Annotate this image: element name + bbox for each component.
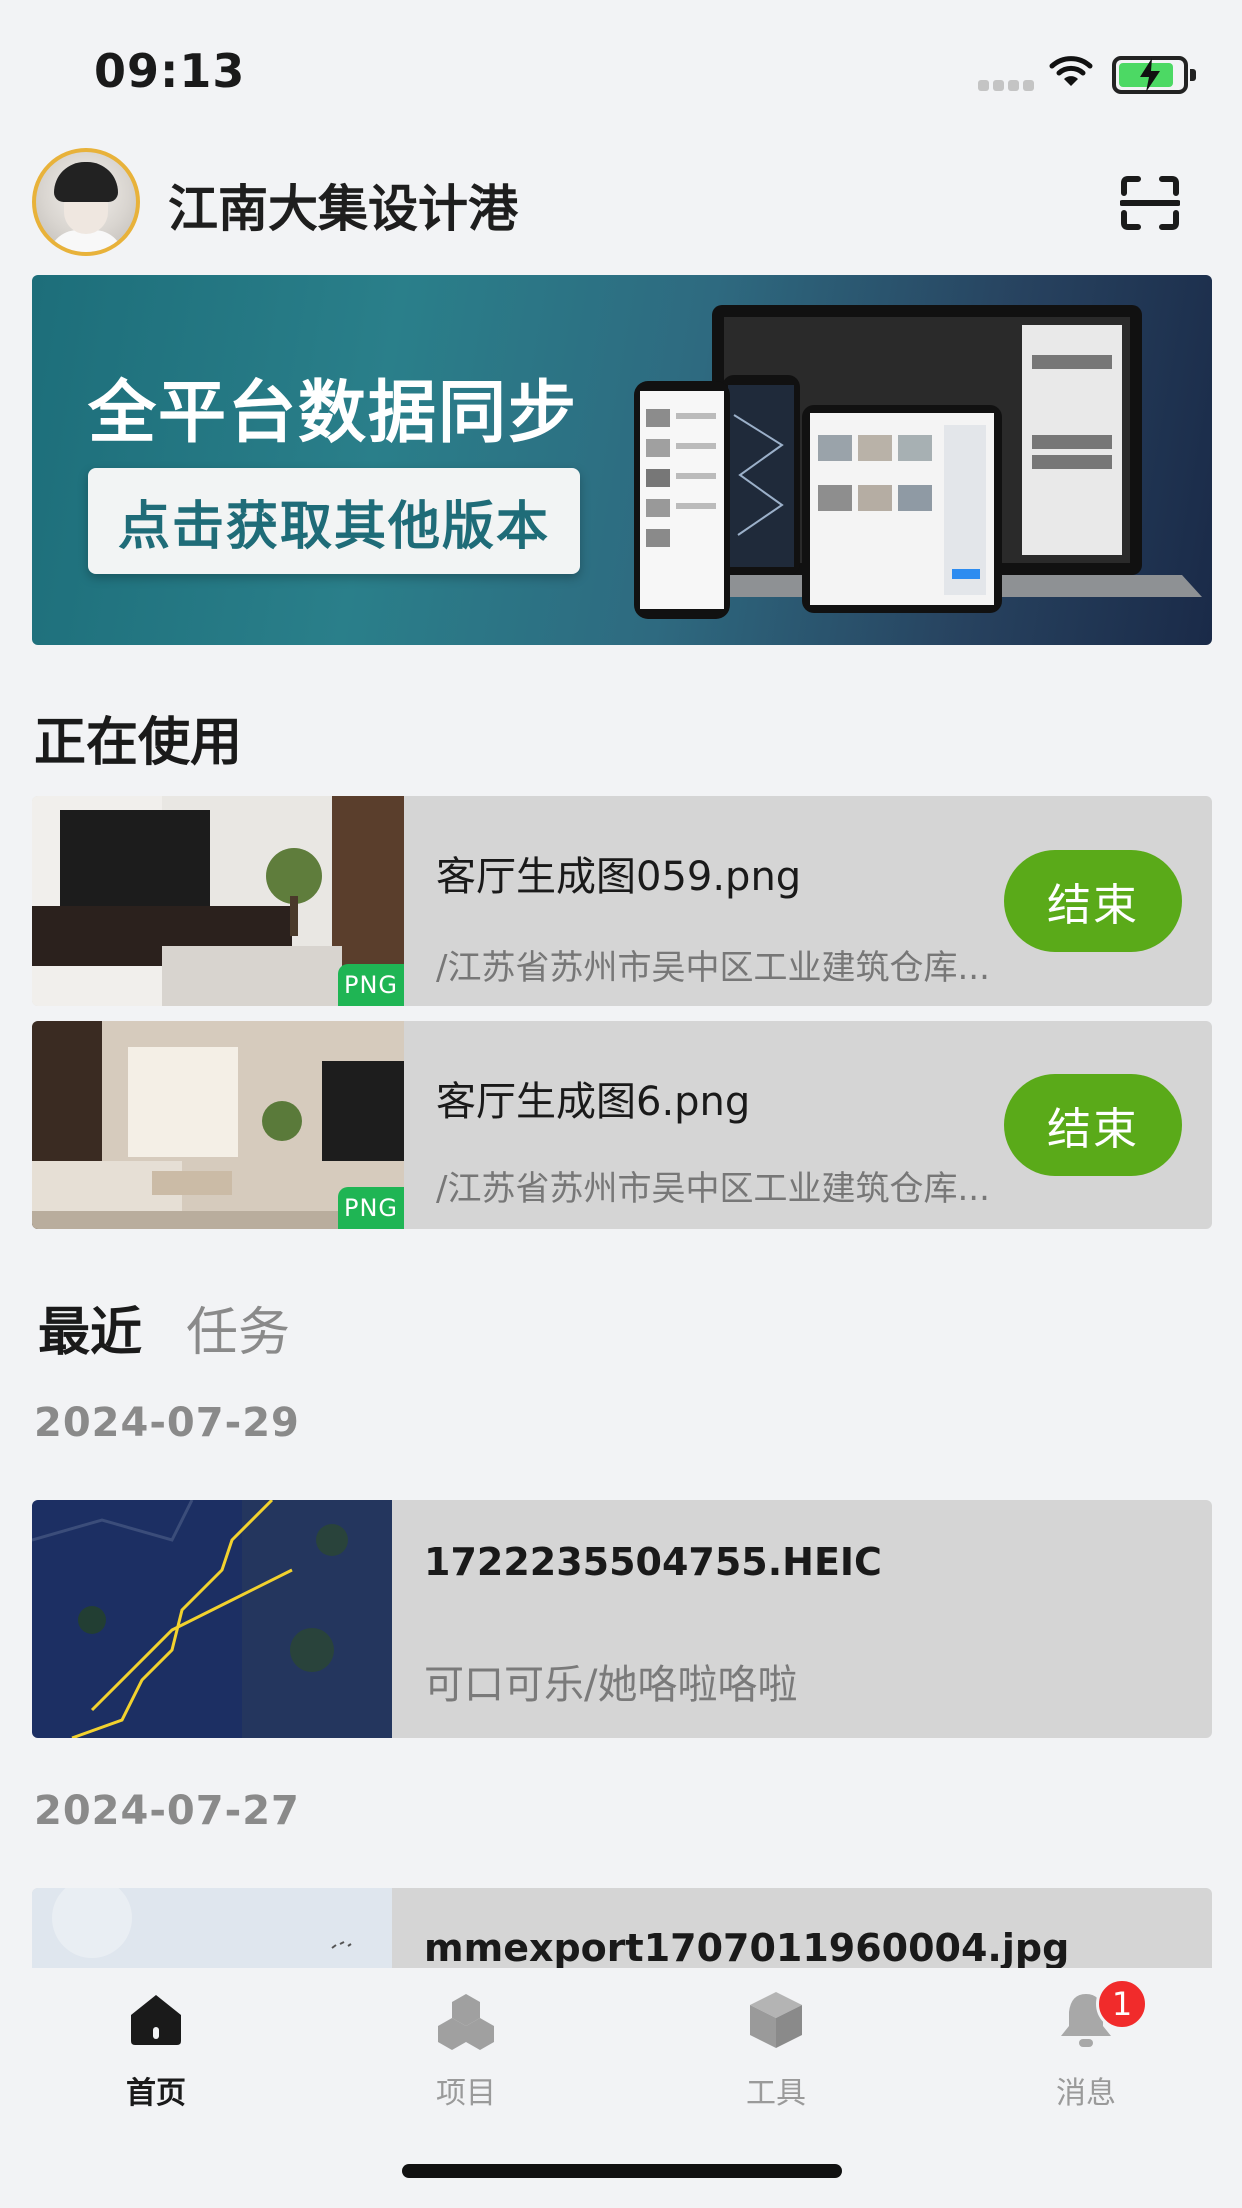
file-path: /江苏省苏州市吴中区工业建筑仓库...	[436, 1169, 990, 1209]
home-indicator[interactable]	[402, 2164, 842, 2178]
nav-home[interactable]: 首页	[76, 1988, 236, 2112]
battery-charging-icon	[1112, 56, 1196, 94]
file-name: 1722235504755.HEIC	[424, 1540, 882, 1584]
recent-item[interactable]: mmexport1707011960004.jpg	[32, 1888, 1212, 1968]
wifi-icon	[1049, 56, 1093, 86]
end-button[interactable]: 结束	[1004, 850, 1182, 952]
in-use-item[interactable]: PNG 客厅生成图6.png /江苏省苏州市吴中区工业建筑仓库... 结束	[32, 1021, 1212, 1229]
nav-projects[interactable]: 项目	[386, 1988, 546, 2112]
tab-recent[interactable]: 最近	[38, 1290, 142, 1365]
status-time: 09:13	[94, 44, 246, 98]
photo-thumbnail	[32, 1888, 392, 1968]
status-bar: 09:13	[0, 0, 1242, 140]
file-path: /江苏省苏州市吴中区工业建筑仓库...	[436, 948, 990, 988]
png-badge: PNG	[338, 964, 404, 1006]
png-badge: PNG	[338, 1187, 404, 1229]
file-path: 可口可乐/她咯啦咯啦	[424, 1662, 798, 1708]
file-name: 客厅生成图059.png	[436, 854, 802, 900]
map-thumbnail	[32, 1500, 392, 1738]
date-group-label: 2024-07-29	[34, 1400, 300, 1446]
scan-icon[interactable]	[1120, 175, 1180, 231]
in-use-item[interactable]: PNG 客厅生成图059.png /江苏省苏州市吴中区工业建筑仓库... 结束	[32, 796, 1212, 1006]
promo-banner[interactable]: 全平台数据同步 点击获取其他版本	[32, 275, 1212, 645]
banner-headline: 全平台数据同步	[88, 374, 579, 453]
nav-label: 工具	[746, 2076, 806, 2111]
date-group-label: 2024-07-27	[34, 1788, 300, 1834]
avatar[interactable]	[32, 148, 140, 256]
end-button[interactable]: 结束	[1004, 1074, 1182, 1176]
unread-badge: 1	[1096, 1978, 1148, 2030]
nav-label: 消息	[1056, 2076, 1116, 2111]
project-icon	[386, 1988, 546, 2052]
workspace-title: 江南大集设计港	[168, 180, 518, 238]
home-icon	[76, 1988, 236, 2052]
file-name: 客厅生成图6.png	[436, 1079, 751, 1125]
in-use-heading: 正在使用	[34, 713, 243, 773]
app-header: 江南大集设计港	[0, 145, 1242, 260]
devices-illustration	[634, 305, 1202, 619]
nav-tools[interactable]: 工具	[696, 1988, 856, 2112]
nav-label: 项目	[436, 2076, 496, 2111]
nav-messages[interactable]: 1 消息	[1006, 1978, 1166, 2112]
recent-tasks-tabs: 最近 任务	[38, 1290, 290, 1365]
file-name: mmexport1707011960004.jpg	[424, 1926, 1070, 1968]
recent-item[interactable]: 1722235504755.HEIC 可口可乐/她咯啦咯啦	[32, 1500, 1212, 1738]
cellular-signal-icon	[978, 80, 1036, 92]
tool-box-icon	[696, 1988, 856, 2052]
tab-tasks[interactable]: 任务	[186, 1290, 290, 1365]
nav-label: 首页	[126, 2076, 186, 2111]
get-other-versions-button[interactable]: 点击获取其他版本	[88, 468, 580, 574]
